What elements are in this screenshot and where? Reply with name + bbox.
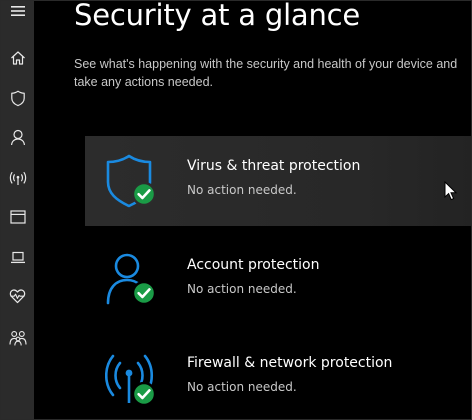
sidebar-item-app-browser[interactable] — [1, 200, 34, 234]
shield-icon — [10, 90, 25, 106]
main-content: Security at a glance See what's happenin… — [34, 0, 471, 419]
sidebar-item-virus-protection[interactable] — [1, 81, 34, 115]
person-icon — [10, 129, 25, 145]
card-status: No action needed. — [187, 380, 297, 394]
card-title: Firewall & network protection — [187, 355, 393, 371]
sidebar-item-family[interactable] — [1, 321, 34, 355]
sidebar-item-account[interactable] — [1, 120, 34, 154]
hamburger-menu-icon — [10, 6, 25, 16]
wireless-signal-icon — [105, 354, 157, 407]
checkmark-icon — [131, 280, 157, 306]
family-icon — [8, 331, 27, 346]
person-icon — [106, 253, 157, 306]
checkmark-icon — [131, 381, 157, 407]
home-icon — [10, 51, 25, 65]
menu-button[interactable] — [1, 1, 34, 28]
page-title: Security at a glance — [74, 0, 361, 32]
card-title: Account protection — [187, 257, 320, 273]
app-window: Security at a glance See what's happenin… — [0, 0, 472, 420]
wireless-signal-icon — [9, 171, 26, 185]
card-firewall-network-protection[interactable]: Firewall & network protection No action … — [85, 333, 471, 419]
card-status: No action needed. — [187, 282, 297, 296]
sidebar — [1, 1, 34, 419]
sidebar-item-home[interactable] — [1, 41, 34, 75]
heart-pulse-icon — [9, 289, 26, 304]
sidebar-item-device-security[interactable] — [1, 240, 34, 274]
sidebar-item-device-health[interactable] — [1, 279, 34, 313]
card-virus-threat-protection[interactable]: Virus & threat protection No action need… — [85, 136, 471, 226]
checkmark-icon — [131, 181, 157, 207]
page-subtitle: See what's happening with the security a… — [74, 57, 458, 89]
card-status: No action needed. — [187, 183, 297, 197]
card-title: Virus & threat protection — [187, 158, 361, 174]
laptop-icon — [10, 251, 25, 263]
card-account-protection[interactable]: Account protection No action needed. — [85, 235, 471, 325]
sidebar-item-firewall[interactable] — [1, 161, 34, 195]
shield-icon — [106, 154, 157, 208]
browser-window-icon — [9, 210, 26, 224]
